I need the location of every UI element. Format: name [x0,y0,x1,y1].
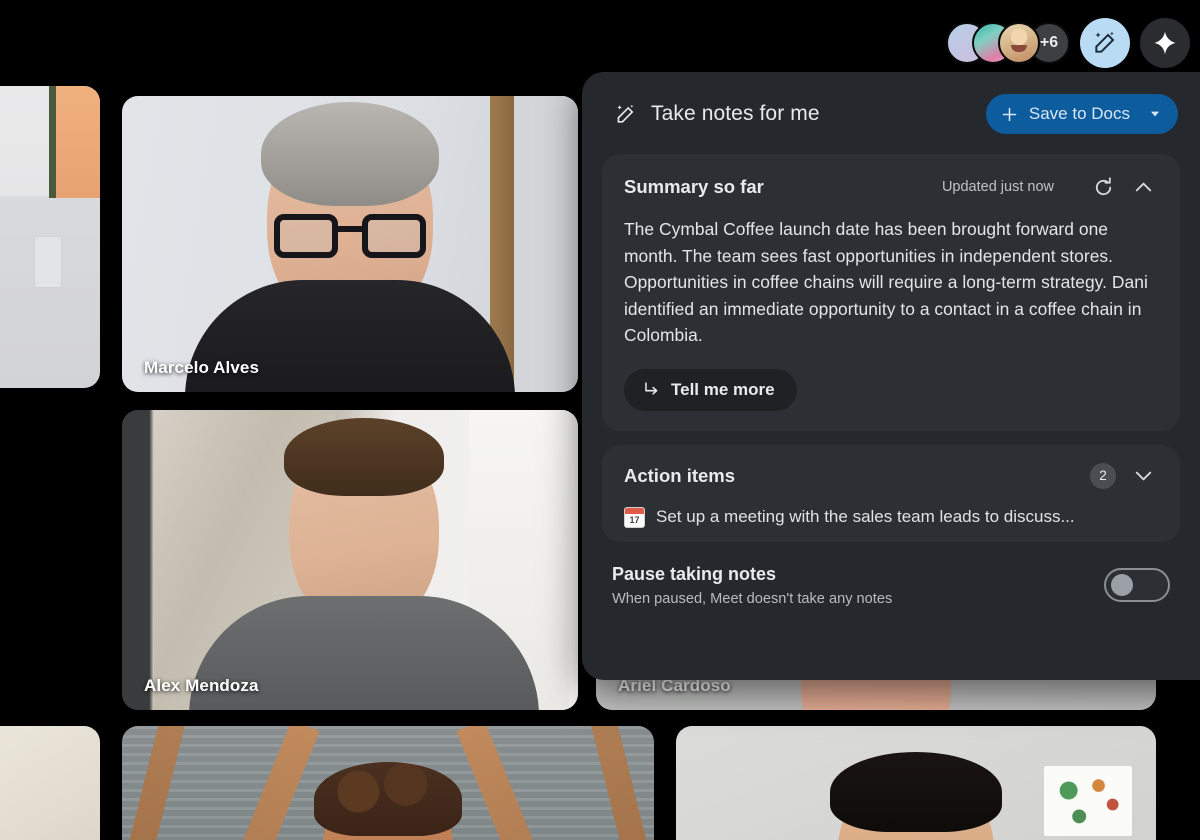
action-items-title: Action items [624,464,736,486]
calendar-day: 17 [629,514,640,525]
tell-me-more-label: Tell me more [671,379,775,399]
video-feed [0,86,100,388]
video-feed [0,726,100,840]
wall-right [514,96,578,392]
video-feed [122,410,578,710]
panel-title: Take notes for me [651,102,820,125]
summary-card: Summary so far Updated just now The Cymb… [602,154,1180,431]
action-item-text: Set up a meeting with the sales team lea… [656,507,1075,526]
panel-title-wrap: Take notes for me [614,102,820,126]
refresh-icon [1095,176,1111,195]
video-feed [676,726,1156,840]
expand-action-items-button[interactable] [1130,463,1156,489]
chevron-down-icon[interactable] [1148,107,1162,121]
magic-wand-icon [617,104,634,123]
chevron-up-icon [1135,182,1151,191]
calendar-emoji-icon: 17 [624,506,645,528]
video-tile-marcelo[interactable]: Marcelo Alves [122,96,578,392]
tell-me-more-button[interactable]: Tell me more [624,368,797,411]
summary-header: Summary so far Updated just now [624,174,1156,200]
meet-window: Marcelo Alves Alex Mendoza Ariel Cardoso [0,0,1200,840]
sparkle-icon [1154,31,1176,55]
avatar[interactable] [998,22,1040,64]
toggle-knob [1111,574,1133,596]
wall-switch [34,236,62,288]
action-items-header[interactable]: Action items 2 [624,462,1156,489]
video-feed [122,96,578,392]
magic-wand-icon [1095,31,1115,53]
wall-drawing [1044,766,1132,836]
take-notes-button[interactable] [1080,18,1130,68]
top-controls-bar: +6 [946,18,1190,68]
pause-title: Pause taking notes [612,563,777,584]
take-notes-panel: Take notes for me Save to Docs Summary s… [582,72,1200,680]
summary-updated-label: Updated just now [941,179,1054,195]
video-tile-bottom-left[interactable] [0,726,100,840]
chevron-down-icon [1135,471,1151,481]
video-tile-partial-left[interactable] [0,86,100,388]
plus-icon [1002,107,1017,121]
action-items-count-badge: 2 [1090,462,1116,489]
hair [283,418,444,496]
participant-avatar-group[interactable]: +6 [946,22,1070,64]
save-to-docs-button[interactable]: Save to Docs [985,94,1178,134]
panel-header: Take notes for me Save to Docs [582,72,1200,144]
participant-name: Marcelo Alves [144,358,260,377]
summary-title: Summary so far [624,176,764,197]
action-items-card: Action items 2 17 Set up a meeting with … [602,444,1180,542]
hair [314,762,462,836]
action-item-row[interactable]: 17 Set up a meeting with the sales team … [624,506,1156,528]
wall-accent [56,86,100,198]
glasses-icon [274,214,426,260]
hair [261,102,439,206]
pause-toggle-switch[interactable] [1104,568,1170,602]
pause-subtitle: When paused, Meet doesn't take any notes [612,590,893,607]
collapse-summary-button[interactable] [1130,174,1156,200]
gemini-sparkle-button[interactable] [1140,18,1190,68]
summary-body-text: The Cymbal Coffee launch date has been b… [624,219,1148,345]
video-tile-alex[interactable]: Alex Mendoza [122,410,578,710]
arrow-turn-down-right-icon [645,382,658,395]
refresh-button[interactable] [1090,174,1116,200]
save-to-docs-label: Save to Docs [1028,104,1130,123]
participant-name: Alex Mendoza [144,676,259,695]
video-tile-bottom-right[interactable] [676,726,1156,840]
video-tile-bottom-middle[interactable] [122,726,654,840]
wall-strip [49,86,56,198]
video-feed [122,726,654,840]
pause-taking-notes-row: Pause taking notes When paused, Meet doe… [582,542,1200,607]
pause-text-wrap: Pause taking notes When paused, Meet doe… [612,564,892,607]
hair [830,752,1002,832]
